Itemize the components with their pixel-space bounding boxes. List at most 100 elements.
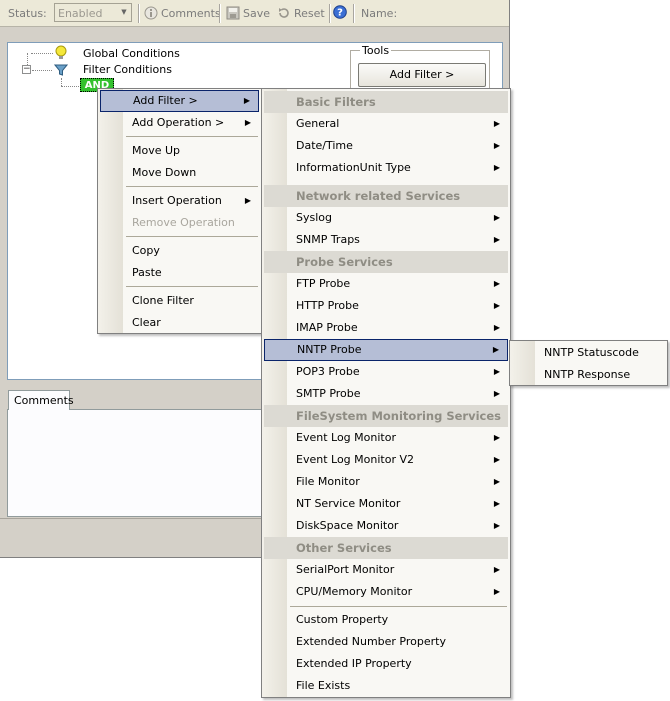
menu-item-smtp-probe[interactable]: SMTP Probe ▶: [264, 383, 508, 405]
menu-item-nt-service-monitor[interactable]: NT Service Monitor ▶: [264, 493, 508, 515]
status-value: Enabled: [58, 7, 103, 20]
lightbulb-icon: [55, 45, 67, 59]
menu-header-filesystem-services: FileSystem Monitoring Services: [264, 405, 508, 427]
menu-item-file-exists[interactable]: File Exists: [264, 675, 508, 697]
menu-header-network-services: Network related Services: [264, 185, 508, 207]
menu-item-event-log-monitor[interactable]: Event Log Monitor ▶: [264, 427, 508, 449]
info-icon: [144, 6, 158, 20]
menu-item-informationunit-type[interactable]: InformationUnit Type ▶: [264, 157, 508, 179]
menu-item-extended-number-property[interactable]: Extended Number Property: [264, 631, 508, 653]
menu-item-general[interactable]: General ▶: [264, 113, 508, 135]
submenu-arrow-icon: ▶: [244, 196, 251, 205]
menu-header-probe-services: Probe Services: [264, 251, 508, 273]
menu-item-diskspace-monitor[interactable]: DiskSpace Monitor ▶: [264, 515, 508, 537]
menu-item-clear[interactable]: Clear: [100, 312, 259, 334]
menu-item-http-probe[interactable]: HTTP Probe ▶: [264, 295, 508, 317]
tree-node-global-conditions[interactable]: Global Conditions: [83, 47, 180, 60]
submenu-arrow-icon: ▶: [493, 565, 500, 574]
menu-header-other-services: Other Services: [264, 537, 508, 559]
menu-item-extended-ip-property[interactable]: Extended IP Property: [264, 653, 508, 675]
menu-item-nntp-response[interactable]: NNTP Response: [512, 364, 665, 386]
submenu-arrow-icon: ▶: [493, 119, 500, 128]
submenu-arrow-icon: ▶: [493, 301, 500, 310]
tree-connector: [31, 53, 53, 54]
tools-group-label: Tools: [360, 44, 392, 57]
submenu-arrow-icon: ▶: [493, 433, 500, 442]
add-filter-button[interactable]: Add Filter >: [358, 63, 486, 87]
submenu-arrow-icon: ▶: [493, 163, 500, 172]
submenu-arrow-icon: ▶: [493, 455, 500, 464]
submenu-arrow-icon: ▶: [493, 477, 500, 486]
menu-item-clone-filter[interactable]: Clone Filter: [100, 290, 259, 312]
menu-separator: [126, 236, 258, 237]
submenu-arrow-icon: ▶: [493, 389, 500, 398]
add-filter-submenu: Basic Filters General ▶ Date/Time ▶ Inform…: [261, 88, 511, 698]
submenu-arrow-icon: ▶: [493, 587, 500, 596]
svg-text:?: ?: [337, 8, 343, 19]
menu-item-move-down[interactable]: Move Down: [100, 162, 259, 184]
menu-item-add-operation[interactable]: Add Operation > ▶: [100, 112, 259, 134]
menu-item-copy[interactable]: Copy: [100, 240, 259, 262]
menu-header-basic-filters: Basic Filters: [264, 91, 508, 113]
save-label: Save: [243, 7, 271, 20]
submenu-arrow-icon: ▶: [493, 367, 500, 376]
menu-item-syslog[interactable]: Syslog ▶: [264, 207, 508, 229]
chevron-down-icon: ▼: [121, 8, 127, 16]
submenu-arrow-icon: ▶: [493, 323, 500, 332]
menu-separator: [126, 136, 258, 137]
submenu-arrow-icon: ▶: [493, 499, 500, 508]
tree-context-menu: Add Filter > ▶ Add Operation > ▶ Move Up M…: [97, 88, 262, 334]
menu-item-insert-operation[interactable]: Insert Operation ▶: [100, 190, 259, 212]
menu-item-event-log-monitor-v2[interactable]: Event Log Monitor V2 ▶: [264, 449, 508, 471]
menu-item-remove-operation: Remove Operation: [132, 216, 235, 229]
menu-item-custom-property[interactable]: Custom Property: [264, 609, 508, 631]
menu-item-datetime[interactable]: Date/Time ▶: [264, 135, 508, 157]
comments-label: Comments: [161, 7, 221, 20]
save-button[interactable]: Save: [226, 6, 272, 22]
menu-item-paste[interactable]: Paste: [100, 262, 259, 284]
menu-item-nntp-statuscode[interactable]: NNTP Statuscode: [512, 342, 665, 364]
nntp-probe-submenu: NNTP Statuscode NNTP Response: [509, 340, 668, 386]
comments-button[interactable]: Comments: [144, 6, 221, 22]
menu-separator: [126, 186, 258, 187]
menu-item-pop3-probe[interactable]: POP3 Probe ▶: [264, 361, 508, 383]
status-label: Status:: [8, 7, 47, 20]
toolbar-separator: [219, 4, 221, 23]
submenu-arrow-icon: ▶: [493, 141, 500, 150]
reset-icon: [279, 8, 289, 18]
submenu-arrow-icon: ▶: [493, 235, 500, 244]
menu-item-file-monitor[interactable]: File Monitor ▶: [264, 471, 508, 493]
tab-comments[interactable]: Comments: [8, 390, 74, 410]
menu-item-serialport-monitor[interactable]: SerialPort Monitor ▶: [264, 559, 508, 581]
menu-separator: [126, 286, 258, 287]
name-label: Name:: [361, 7, 398, 20]
submenu-arrow-icon: ▶: [493, 279, 500, 288]
menu-separator: [290, 606, 507, 607]
submenu-arrow-icon: ▶: [243, 96, 250, 105]
submenu-arrow-icon: ▶: [493, 521, 500, 530]
menu-item-nntp-probe[interactable]: NNTP Probe ▶: [264, 339, 508, 361]
toolbar-separator: [353, 4, 355, 23]
reset-button[interactable]: Reset: [277, 6, 327, 22]
save-disk-icon: [226, 6, 240, 20]
help-icon[interactable]: ?: [333, 5, 347, 19]
menu-item-snmp-traps[interactable]: SNMP Traps ▶: [264, 229, 508, 251]
toolbar: Status: Enabled ▼ Comments Save Reset ? …: [0, 0, 509, 27]
submenu-arrow-icon: ▶: [493, 213, 500, 222]
submenu-arrow-icon: ▶: [492, 345, 499, 354]
menu-item-add-filter[interactable]: Add Filter > ▶: [100, 90, 259, 112]
toolbar-separator: [138, 4, 140, 23]
tree-connector: [61, 86, 79, 87]
collapse-toggle[interactable]: −: [22, 65, 31, 74]
menu-item-ftp-probe[interactable]: FTP Probe ▶: [264, 273, 508, 295]
funnel-icon: [54, 64, 68, 76]
menu-item-imap-probe[interactable]: IMAP Probe ▶: [264, 317, 508, 339]
submenu-arrow-icon: ▶: [244, 118, 251, 127]
tree-node-filter-conditions[interactable]: Filter Conditions: [83, 63, 172, 76]
menu-item-move-up[interactable]: Move Up: [100, 140, 259, 162]
menu-item-cpu-memory-monitor[interactable]: CPU/Memory Monitor ▶: [264, 581, 508, 603]
tree-connector: [61, 78, 62, 86]
tree-connector: [32, 70, 52, 71]
reset-label: Reset: [294, 7, 325, 20]
status-dropdown[interactable]: Enabled ▼: [54, 3, 132, 22]
